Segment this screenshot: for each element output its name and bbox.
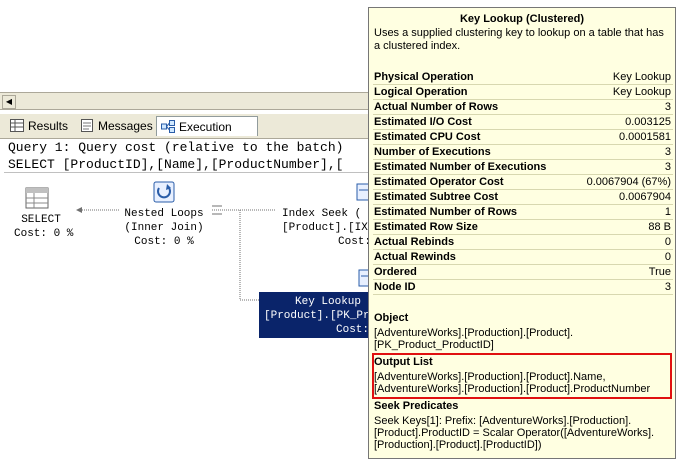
object-section: Object [AdventureWorks].[Production].[Pr… bbox=[374, 312, 574, 351]
property-row: Estimated Subtree Cost 0.0067904 bbox=[373, 191, 673, 205]
select-node-label: SELECT Cost: 0 % bbox=[14, 214, 74, 240]
property-row: Actual Number of Rows 3 bbox=[373, 101, 673, 115]
key-lookup-node-selected[interactable]: Key Lookup [Product].[PK_Pr Cost: bbox=[259, 292, 372, 338]
property-row: Actual Rebinds 0 bbox=[373, 236, 673, 250]
property-row: Estimated Row Size 88 B bbox=[373, 221, 673, 235]
seek-predicates-section: Seek Predicates Seek Keys[1]: Prefix: [A… bbox=[374, 400, 655, 451]
index-seek-label: Index Seek ( [Product].[IX Cost: bbox=[282, 208, 372, 248]
property-row: Number of Executions 3 bbox=[373, 146, 673, 160]
nested-loops-label: Nested Loops (Inner Join) Cost: 0 % bbox=[124, 208, 204, 248]
property-row: Ordered True bbox=[373, 266, 673, 280]
operator-tooltip: Key Lookup (Clustered) Uses a supplied c… bbox=[368, 7, 676, 459]
tooltip-description: Uses a supplied clustering key to lookup… bbox=[374, 27, 664, 52]
tooltip-properties: Physical Operation Key Lookup Logical Ope… bbox=[373, 70, 673, 295]
property-row: Estimated Number of Executions 3 bbox=[373, 161, 673, 175]
property-row: Actual Rewinds 0 bbox=[373, 251, 673, 265]
property-row: Node ID 3 bbox=[373, 281, 673, 295]
select-node-icon[interactable] bbox=[24, 186, 50, 210]
nested-loops-icon[interactable] bbox=[151, 179, 177, 205]
property-row: Estimated CPU Cost 0.0001581 bbox=[373, 131, 673, 145]
property-row: Estimated I/O Cost 0.003125 bbox=[373, 116, 673, 130]
tooltip-title: Key Lookup (Clustered) bbox=[459, 13, 585, 25]
property-row: Physical Operation Key Lookup bbox=[373, 71, 673, 85]
output-list-section: Output List [AdventureWorks].[Production… bbox=[374, 356, 651, 395]
property-row: Logical Operation Key Lookup bbox=[373, 86, 673, 100]
property-row: Estimated Number of Rows 1 bbox=[373, 206, 673, 220]
property-row: Estimated Operator Cost 0.0067904 (67%) bbox=[373, 176, 673, 190]
